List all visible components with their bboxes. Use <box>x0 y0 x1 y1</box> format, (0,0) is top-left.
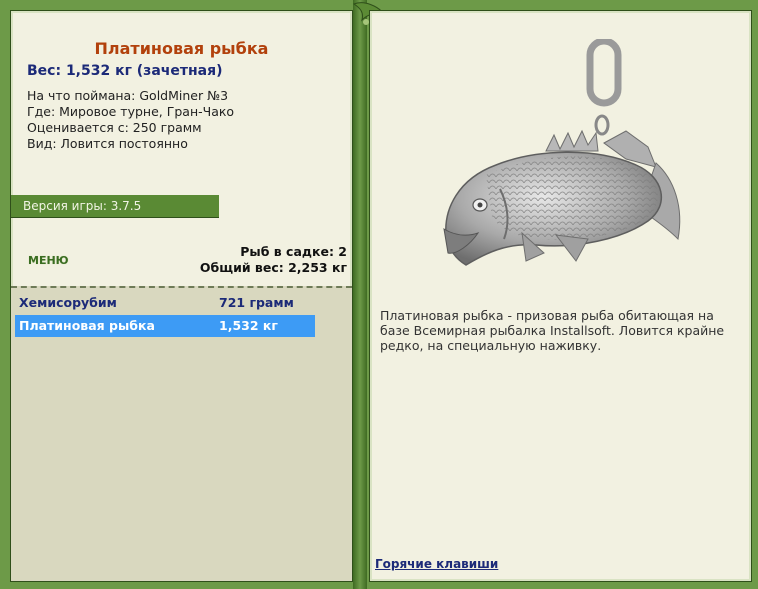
catch-list: Хемисорубим 721 грамм Платиновая рыбка 1… <box>11 286 352 581</box>
catch-name: Хемисорубим <box>19 295 117 310</box>
fish-kind-text: Вид: Ловится постоянно <box>27 136 188 151</box>
fish-info-panel: Платиновая рыбка Вес: 1,532 кг (зачетная… <box>10 10 353 582</box>
fish-weight: Вес: 1,532 кг (зачетная) <box>27 63 223 79</box>
version-bar: Версия игры: 3.7.5 <box>11 195 219 218</box>
fish-detail-panel: Платиновая рыбка - призовая рыба обитающ… <box>369 10 752 582</box>
rated-from-text: Оценивается с: 250 грамм <box>27 120 202 135</box>
fish-pendant-image <box>443 39 681 266</box>
caught-on-text: На что поймана: GoldMiner №3 <box>27 88 229 103</box>
keepnet-stats: Рыб в садке: 2 Общий вес: 2,253 кг <box>200 244 347 276</box>
catch-list-item[interactable]: Хемисорубим 721 грамм <box>15 292 315 314</box>
total-weight-text: Общий вес: 2,253 кг <box>199 260 347 275</box>
catch-weight: 1,532 кг <box>219 318 278 333</box>
location-text: Где: Мировое турне, Гран-Чако <box>27 104 235 119</box>
fish-description: Платиновая рыбка - призовая рыба обитающ… <box>380 308 725 353</box>
catch-list-item-selected[interactable]: Платиновая рыбка 1,532 кг <box>15 315 315 337</box>
fish-count-text: Рыб в садке: 2 <box>240 244 347 259</box>
hotkeys-link[interactable]: Горячие клавиши <box>375 557 498 571</box>
panel-divider <box>353 0 367 589</box>
fish-title: Платиновая рыбка <box>94 39 269 58</box>
catch-weight: 721 грамм <box>219 295 294 310</box>
catch-name: Платиновая рыбка <box>19 318 155 333</box>
menu-button[interactable]: МЕНЮ <box>28 254 69 267</box>
